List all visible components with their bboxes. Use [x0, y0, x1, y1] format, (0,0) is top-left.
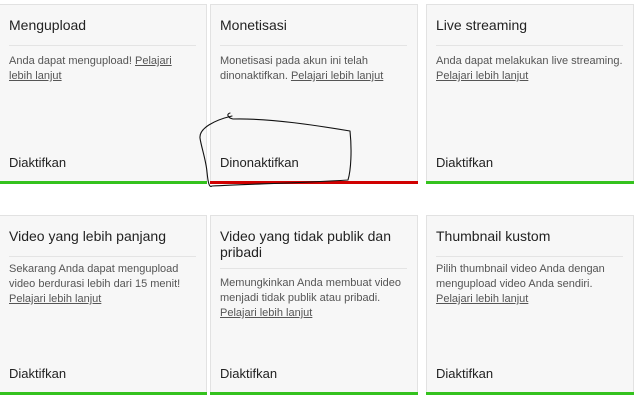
- learn-more-link[interactable]: Pelajari lebih lanjut: [220, 307, 312, 319]
- card-title: Mengupload: [9, 17, 87, 33]
- learn-more-link[interactable]: Pelajari lebih lanjut: [436, 293, 528, 305]
- feature-card-thumbnail-kustom: Thumbnail kustom Pilih thumbnail video A…: [426, 215, 634, 395]
- card-description: Monetisasi pada akun ini telah dinonakti…: [220, 55, 384, 82]
- status-label: Diaktifkan: [9, 366, 67, 381]
- card-title: Monetisasi: [220, 17, 287, 33]
- card-title: Live streaming: [436, 17, 528, 33]
- status-bar: [0, 392, 207, 395]
- status-label: Diaktifkan: [9, 155, 67, 170]
- status-bar: [426, 181, 634, 184]
- feature-card-mengupload: Mengupload Anda dapat mengupload! Pelaja…: [0, 4, 207, 184]
- learn-more-link[interactable]: Pelajari lebih lanjut: [291, 70, 383, 82]
- feature-card-video-lebih-panjang: Video yang lebih panjang Sekarang Anda d…: [0, 215, 207, 395]
- card-divider: [9, 45, 196, 46]
- status-bar: [426, 392, 634, 395]
- status-label: Dinonaktifkan: [220, 155, 299, 170]
- card-description: Anda dapat mengupload! Pelajari lebih la…: [9, 55, 172, 82]
- card-description: Anda dapat melakukan live streaming. Pel…: [436, 55, 623, 82]
- status-bar: [0, 181, 207, 184]
- card-divider: [220, 268, 407, 269]
- status-bar: [210, 181, 418, 184]
- card-divider: [436, 256, 623, 257]
- card-title: Thumbnail kustom: [436, 228, 551, 244]
- card-title: Video yang tidak publik dan pribadi: [220, 228, 391, 260]
- card-divider: [220, 45, 407, 46]
- status-label: Diaktifkan: [436, 366, 494, 381]
- feature-card-video-tidak-publik: Video yang tidak publik dan pribadi Memu…: [210, 215, 418, 395]
- card-divider: [436, 45, 623, 46]
- status-bar: [210, 392, 418, 395]
- feature-card-live-streaming: Live streaming Anda dapat melakukan live…: [426, 4, 634, 184]
- learn-more-link[interactable]: Pelajari lebih lanjut: [9, 293, 101, 305]
- card-divider: [9, 256, 196, 257]
- status-label: Diaktifkan: [220, 366, 278, 381]
- card-description: Pilih thumbnail video Anda dengan mengup…: [436, 263, 605, 305]
- card-description: Memungkinkan Anda membuat video menjadi …: [220, 277, 401, 319]
- card-description: Sekarang Anda dapat mengupload video ber…: [9, 263, 181, 305]
- card-title: Video yang lebih panjang: [9, 228, 166, 244]
- learn-more-link[interactable]: Pelajari lebih lanjut: [436, 70, 528, 82]
- status-label: Diaktifkan: [436, 155, 494, 170]
- feature-card-monetisasi: Monetisasi Monetisasi pada akun ini tela…: [210, 4, 418, 184]
